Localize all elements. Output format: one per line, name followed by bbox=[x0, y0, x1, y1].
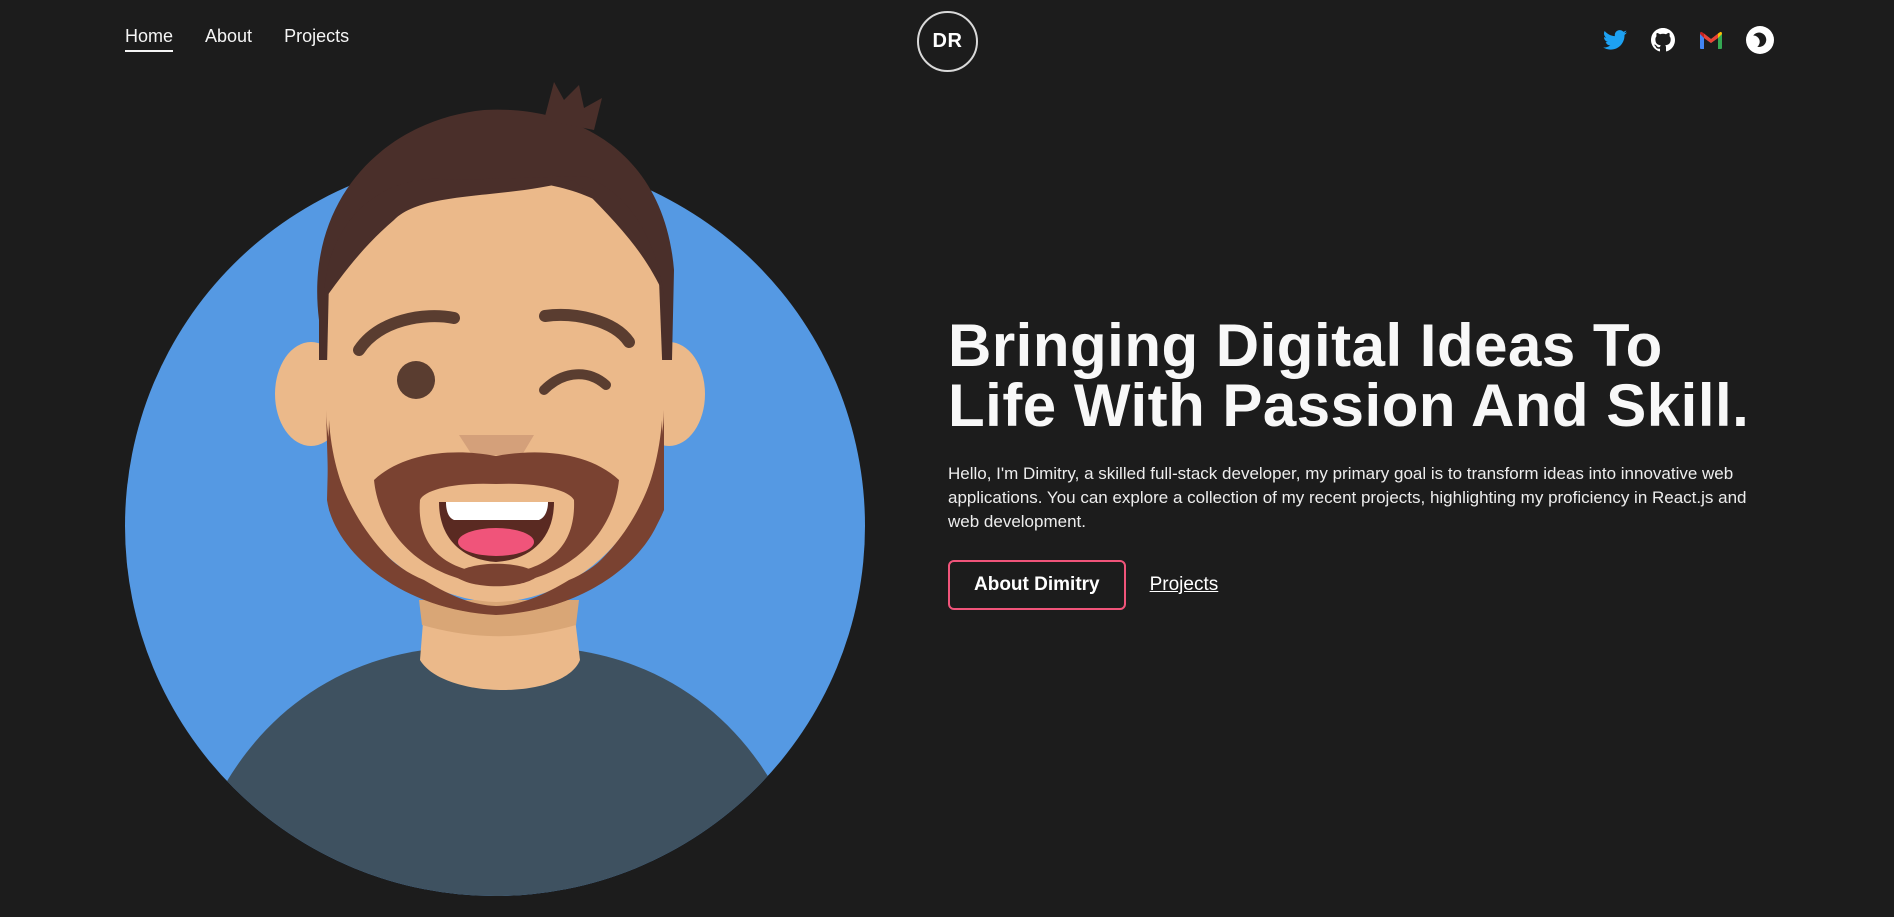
hero-description: Hello, I'm Dimitry, a skilled full-stack… bbox=[948, 464, 1747, 531]
nav-about-link[interactable]: About bbox=[205, 26, 252, 52]
projects-link[interactable]: Projects bbox=[1150, 574, 1219, 596]
moon-icon[interactable] bbox=[1746, 26, 1774, 54]
github-icon[interactable] bbox=[1650, 27, 1676, 53]
nav-home-link[interactable]: Home bbox=[125, 26, 174, 52]
avatar-illustration bbox=[124, 80, 868, 900]
hero-title: Bringing Digital Ideas To Life With Pass… bbox=[948, 312, 1750, 439]
about-dimitry-button[interactable]: About Dimitry bbox=[948, 560, 1126, 610]
hero-actions: About Dimitry Projects bbox=[948, 560, 1778, 610]
page: Home About Projects DR Bringing Digital … bbox=[0, 0, 1894, 917]
site-logo[interactable]: DR bbox=[917, 11, 978, 72]
nav-projects-link[interactable]: Projects bbox=[284, 26, 349, 52]
hero-section: Bringing Digital Ideas To Life With Pass… bbox=[948, 316, 1778, 610]
gmail-icon[interactable] bbox=[1698, 27, 1724, 53]
main-nav: Home About Projects bbox=[125, 26, 349, 52]
twitter-icon[interactable] bbox=[1602, 27, 1628, 53]
social-links bbox=[1602, 26, 1774, 54]
